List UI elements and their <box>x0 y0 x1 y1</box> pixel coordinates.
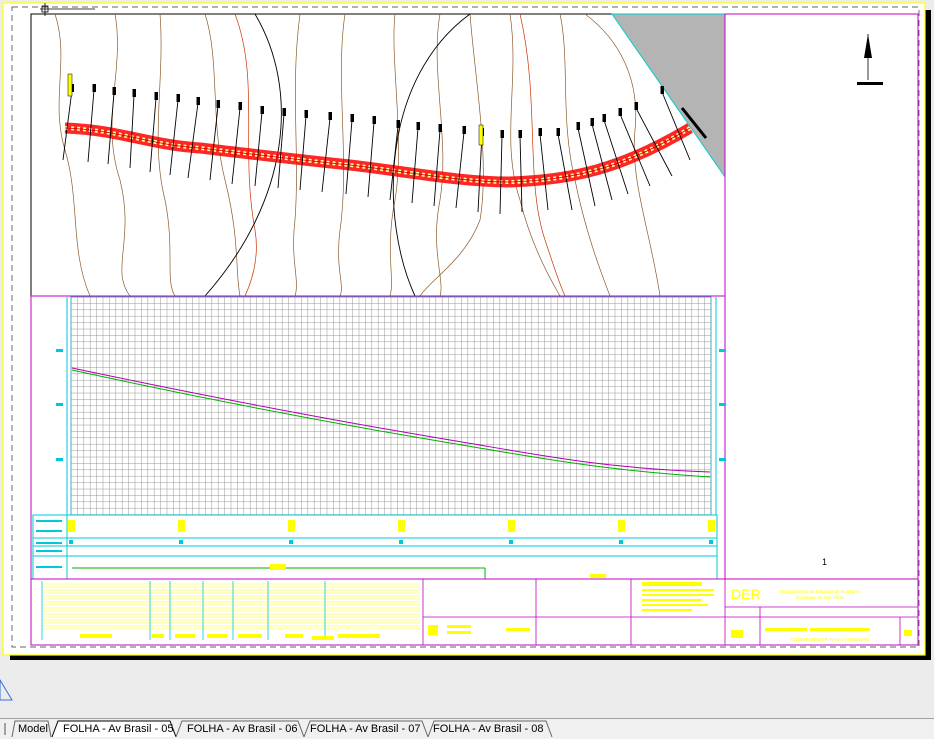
org-name-line1: Departamento de Estradas de Rodagem <box>780 589 861 594</box>
org-name-line2: do Estado de São Paulo <box>796 595 845 600</box>
tab-folha-07[interactable]: FOLHA - Av Brasil - 07 <box>310 721 420 737</box>
drawing-code-label: CÓDIGO DO DER PARA O DESENHO <box>791 636 870 642</box>
tab-model[interactable]: Model <box>18 721 48 737</box>
tab-folha-08[interactable]: FOLHA - Av Brasil - 08 <box>433 721 543 737</box>
tab-folha-06[interactable]: FOLHA - Av Brasil - 06 <box>187 721 297 737</box>
drawing-canvas[interactable]: 1 DER Departamento de Estradas de Rodage… <box>0 0 934 718</box>
der-logo: DER <box>731 586 761 602</box>
sheet-number: 1 <box>822 557 827 567</box>
ucs-icon <box>0 679 13 701</box>
layout-sheet[interactable]: 1 DER Departamento de Estradas de Rodage… <box>0 0 934 718</box>
layout-tab-bar: Model FOLHA - Av Brasil - 05 FOLHA - Av … <box>0 718 934 739</box>
tab-folha-05[interactable]: FOLHA - Av Brasil - 05 <box>63 721 173 737</box>
